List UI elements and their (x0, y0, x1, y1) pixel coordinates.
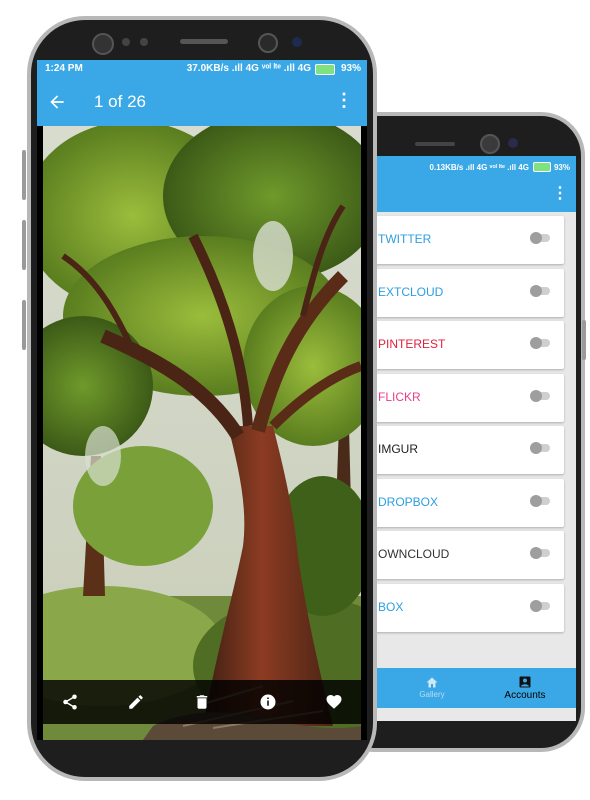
favorite-icon[interactable] (322, 690, 346, 714)
toggle-knob (530, 442, 542, 454)
toolbar: ⋮ (372, 178, 576, 212)
toggle-knob (530, 494, 542, 507)
battery-level: 93% (553, 162, 570, 172)
bottom-navigation: Gallery Accounts (372, 668, 576, 708)
delete-icon[interactable] (190, 690, 214, 714)
toggle-knob (530, 547, 542, 559)
account-label: TWITTER (378, 232, 432, 246)
account-label: OWNCLOUD (378, 547, 450, 561)
account-label: DROPBOX (378, 494, 439, 509)
edit-icon[interactable] (124, 690, 148, 714)
iris-sensor (292, 37, 302, 47)
share-icon[interactable] (58, 690, 82, 714)
earpiece-speaker (180, 39, 228, 44)
arrow-left-icon[interactable] (47, 92, 67, 112)
account-row[interactable]: PINTEREST (372, 321, 564, 369)
status-bar: 1:24 PM 37.0KB/s .ıll 4G ᵛᵒˡ ˡᵗᵉ .ıll 4G… (37, 60, 367, 78)
account-toggle[interactable] (530, 442, 550, 454)
account-row[interactable]: OWNCLOUD (372, 531, 564, 579)
nav-accounts[interactable]: Accounts (480, 668, 570, 708)
photo-viewer-screen: 1:24 PM 37.0KB/s .ıll 4G ᵛᵒˡ ˡᵗᵉ .ıll 4G… (37, 60, 367, 740)
home-icon (426, 677, 438, 688)
network-info: 37.0KB/s .ıll 4G ᵛᵒˡ ˡᵗᵉ .ıll 4G (186, 63, 311, 74)
toggle-knob (530, 337, 542, 349)
account-toggle[interactable] (530, 599, 550, 612)
account-toggle[interactable] (530, 337, 550, 349)
account-row[interactable]: IMGUR (372, 426, 564, 474)
back-phone-speaker (415, 142, 455, 146)
nav-gallery[interactable]: Gallery (392, 668, 472, 708)
toggle-knob (530, 232, 542, 244)
account-label: IMGUR (378, 442, 418, 456)
light-sensor (140, 38, 148, 46)
account-toggle[interactable] (530, 232, 550, 244)
network-info: 0.13KB/s .ıll 4G ᵛᵒˡ ˡᵗᵉ .ıll 4G (429, 162, 529, 172)
nav-accounts-label: Accounts (504, 689, 546, 701)
tree-photo[interactable] (43, 126, 361, 740)
toggle-knob (530, 284, 542, 297)
front-phone-volume-up (22, 150, 26, 200)
back-phone-camera (480, 134, 500, 154)
more-vertical-icon[interactable]: ⋮ (335, 90, 353, 111)
iris-scanner (258, 33, 278, 53)
account-row[interactable]: TWITTER (372, 216, 564, 264)
account-label: BOX (378, 599, 404, 614)
back-phone-sensor (508, 138, 518, 148)
account-row[interactable]: DROPBOX (372, 478, 564, 527)
battery-level: 93% (340, 63, 361, 74)
battery-icon (315, 64, 335, 75)
account-label: PINTEREST (378, 337, 446, 351)
account-label: EXTCLOUD (378, 284, 444, 299)
account-toggle[interactable] (530, 389, 550, 402)
status-time: 1:24 PM (45, 63, 83, 74)
account-toggle[interactable] (530, 284, 550, 297)
front-phone-volume-down (22, 220, 26, 270)
account-row[interactable]: EXTCLOUD (372, 268, 564, 317)
info-icon[interactable] (256, 690, 280, 714)
photo-counter-title: 1 of 26 (94, 92, 146, 111)
account-toggle[interactable] (530, 547, 550, 559)
accounts-screen: 0.13KB/s .ıll 4G ᵛᵒˡ ˡᵗᵉ .ıll 4G 93% ⋮ T… (372, 156, 576, 721)
account-row[interactable]: BOX (372, 583, 564, 632)
nav-gallery-label: Gallery (419, 690, 445, 699)
toolbar: 1 of 26 ⋮ (37, 78, 367, 126)
status-bar: 0.13KB/s .ıll 4G ᵛᵒˡ ˡᵗᵉ .ıll 4G 93% (372, 156, 576, 178)
front-phone-bixby-button (22, 300, 26, 350)
account-box-icon (519, 676, 531, 687)
battery-icon (532, 162, 551, 172)
photo-action-bar (37, 680, 367, 724)
front-camera (92, 33, 114, 55)
more-vertical-icon[interactable]: ⋮ (552, 186, 568, 202)
account-toggle[interactable] (530, 494, 550, 507)
proximity-sensor (122, 38, 130, 46)
toggle-knob (530, 389, 542, 402)
back-phone-side-button (582, 320, 586, 360)
toggle-knob (530, 599, 542, 612)
account-row[interactable]: FLICKR (372, 373, 564, 422)
account-label: FLICKR (378, 389, 421, 404)
